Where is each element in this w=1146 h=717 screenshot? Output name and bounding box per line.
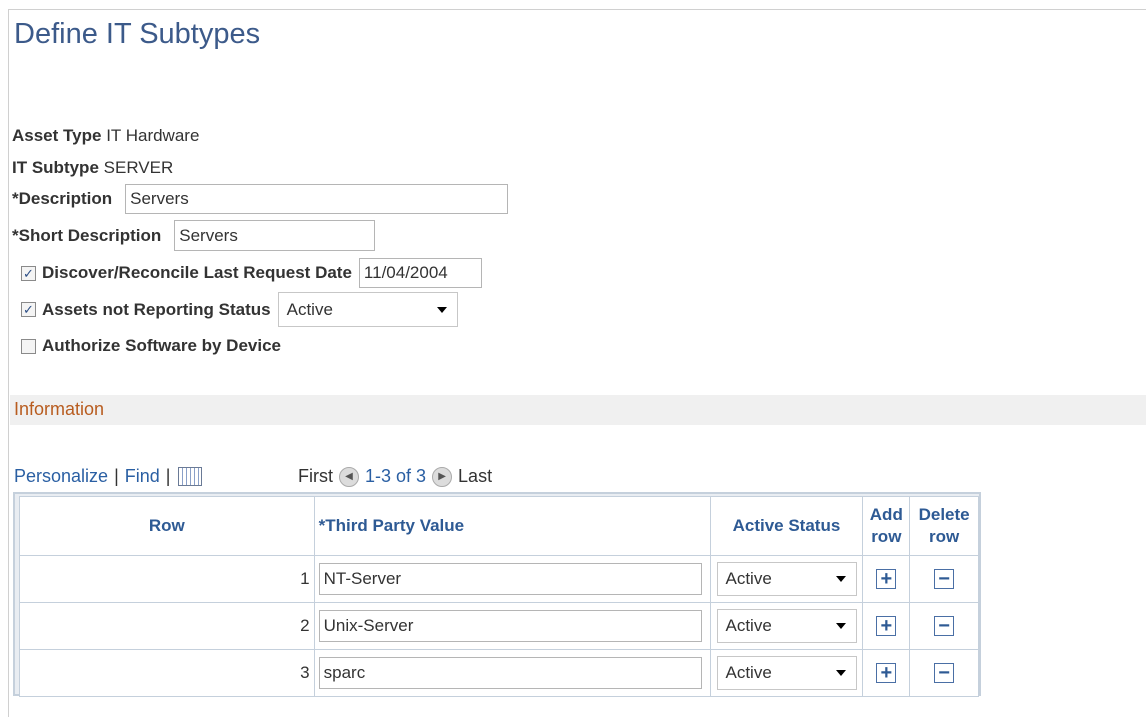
short-description-input[interactable] <box>174 220 376 251</box>
delete-row-header-2: row <box>928 527 960 546</box>
grid-table: Row *Third Party Value Active Status Add… <box>19 496 979 697</box>
personalize-link[interactable]: Personalize <box>14 466 108 487</box>
delete-cell: − <box>909 649 979 697</box>
it-subtype-label: IT Subtype <box>12 158 99 177</box>
nav-separator: | <box>114 466 119 486</box>
grid-toolbar: Personalize | Find | <box>14 466 203 487</box>
asset-type-label: Asset Type <box>12 126 102 145</box>
it-subtype-value: SERVER <box>103 158 174 177</box>
next-icon[interactable]: ▶ <box>432 466 453 487</box>
section-bar <box>10 395 1146 425</box>
discover-checkbox[interactable]: ✓ <box>21 265 36 281</box>
add-row-header-2: row <box>871 527 902 546</box>
chevron-down-icon <box>835 623 846 629</box>
value-cell <box>313 649 711 697</box>
row-number: 2 <box>19 602 315 650</box>
row-number: 3 <box>19 649 315 697</box>
row-number: 1 <box>19 555 315 603</box>
add-row-header-1: Add <box>869 505 903 524</box>
delete-row-header-1: Delete <box>918 505 970 524</box>
column-third-party-value: *Third Party Value <box>313 496 711 556</box>
description-label: *Description <box>12 189 113 208</box>
column-row: Row <box>19 496 315 556</box>
delete-row-icon[interactable]: − <box>934 568 955 589</box>
asset-type-value: IT Hardware <box>106 126 200 145</box>
pager-first[interactable]: First <box>298 466 333 487</box>
active-status-select[interactable]: Active <box>716 656 857 690</box>
assets-not-reporting-checkbox[interactable]: ✓ <box>21 302 36 317</box>
assets-not-reporting-label: Assets not Reporting <box>42 299 214 319</box>
third-party-value-input[interactable] <box>318 563 702 595</box>
status-cell: Active <box>709 555 864 603</box>
value-cell <box>313 555 711 603</box>
chevron-down-icon <box>436 307 447 313</box>
table-row: 2 Active + − <box>19 602 979 650</box>
third-party-value-input[interactable] <box>318 657 702 689</box>
discover-row: ✓ Discover/Reconcile Last Request Date <box>21 258 482 288</box>
last-request-date-label: Last Request Date <box>203 263 352 282</box>
active-status-value: Active <box>725 616 772 635</box>
assets-not-reporting-row: ✓ Assets not Reporting Status Active <box>21 292 458 327</box>
add-row-icon[interactable]: + <box>876 662 897 683</box>
asset-type-row: Asset Type IT Hardware <box>12 126 199 146</box>
delete-cell: − <box>909 555 979 603</box>
it-subtype-row: IT Subtype SERVER <box>12 158 173 178</box>
pager-last[interactable]: Last <box>458 466 492 487</box>
status-select-value: Active <box>286 299 333 319</box>
chevron-down-icon <box>835 670 846 676</box>
column-add-row: Add row <box>862 496 911 556</box>
description-row: *Description <box>12 184 509 214</box>
status-cell: Active <box>709 602 864 650</box>
chevron-down-icon <box>835 576 846 582</box>
status-select[interactable]: Active <box>277 292 458 327</box>
value-cell <box>313 602 711 650</box>
column-delete-row: Delete row <box>909 496 979 556</box>
add-row-icon[interactable]: + <box>876 615 897 636</box>
page-title: Define IT Subtypes <box>14 18 261 50</box>
active-status-value: Active <box>725 663 772 682</box>
spreadsheet-icon[interactable] <box>178 467 203 486</box>
delete-row-icon[interactable]: − <box>934 615 955 636</box>
active-status-select[interactable]: Active <box>716 562 857 596</box>
pager: First ◀ 1-3 of 3 ▶ Last <box>298 466 492 487</box>
active-status-value: Active <box>725 569 772 588</box>
third-party-value-input[interactable] <box>318 610 702 642</box>
column-active-status: Active Status <box>709 496 864 556</box>
page-border-left <box>8 9 9 717</box>
authorize-row: Authorize Software by Device <box>21 336 281 356</box>
pager-range: 1-3 of 3 <box>365 466 427 486</box>
description-input[interactable] <box>125 184 509 214</box>
short-description-label: *Short Description <box>12 225 162 245</box>
authorize-label: Authorize Software by Device <box>42 336 282 355</box>
data-grid: Row *Third Party Value Active Status Add… <box>13 492 981 697</box>
status-label: Status <box>218 299 271 319</box>
status-cell: Active <box>709 649 864 697</box>
authorize-checkbox[interactable] <box>21 338 36 354</box>
table-row: 1 Active + − <box>19 555 979 603</box>
delete-cell: − <box>909 602 979 650</box>
add-row-icon[interactable]: + <box>876 568 897 589</box>
active-status-select[interactable]: Active <box>716 609 857 643</box>
discover-label: Discover/Reconcile <box>42 263 199 282</box>
short-description-row: *Short Description <box>12 220 376 251</box>
add-cell: + <box>862 649 911 697</box>
add-cell: + <box>862 555 911 603</box>
add-cell: + <box>862 602 911 650</box>
page-border-top <box>8 9 1146 10</box>
section-title: Information <box>14 399 105 419</box>
nav-separator: | <box>165 466 171 486</box>
header-row: Row *Third Party Value Active Status Add… <box>19 496 979 556</box>
find-link[interactable]: Find <box>125 466 160 487</box>
last-request-date-input[interactable] <box>358 258 482 288</box>
delete-row-icon[interactable]: − <box>934 662 955 683</box>
prev-icon[interactable]: ◀ <box>339 466 359 487</box>
table-row: 3 Active + − <box>19 649 979 697</box>
